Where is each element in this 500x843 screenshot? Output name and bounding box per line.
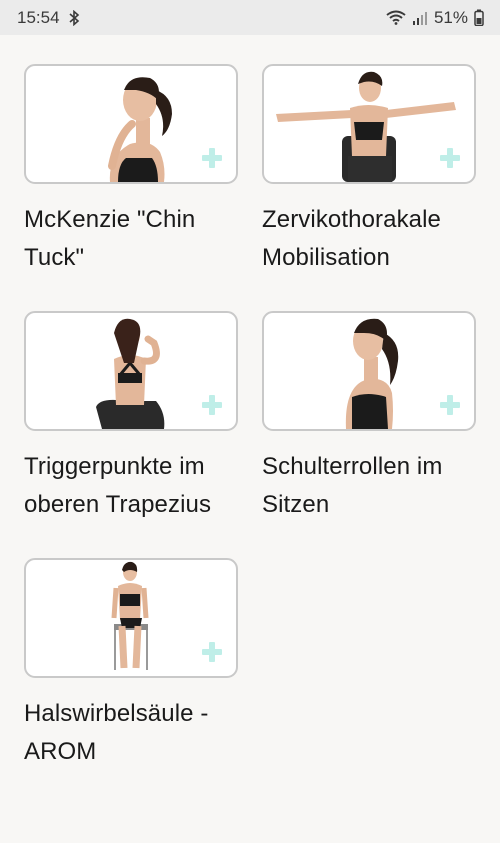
exercise-card-chin-tuck[interactable]: McKenzie "Chin Tuck" [24, 64, 238, 277]
exercise-grid: McKenzie "Chin Tuck" Zervikothorakale Mo… [0, 35, 500, 843]
add-exercise-plus-icon[interactable] [440, 148, 460, 168]
add-exercise-plus-icon[interactable] [440, 395, 460, 415]
exercise-card-shoulder-rolls[interactable]: Schulterrollen im Sitzen [262, 311, 476, 524]
exercise-thumbnail[interactable] [24, 64, 238, 184]
status-bar: 15:54 51% [0, 0, 500, 35]
clock: 15:54 [17, 7, 60, 27]
add-exercise-plus-icon[interactable] [202, 642, 222, 662]
wifi-icon [386, 10, 406, 25]
exercise-thumbnail[interactable] [262, 311, 476, 431]
add-exercise-plus-icon[interactable] [202, 395, 222, 415]
add-exercise-plus-icon[interactable] [202, 148, 222, 168]
exercise-title[interactable]: Triggerpunkte im oberen Trapezius [24, 448, 238, 524]
exercise-thumbnail[interactable] [24, 311, 238, 431]
battery-icon [474, 9, 484, 26]
exercise-title[interactable]: Halswirbelsäule - AROM [24, 695, 238, 771]
exercise-thumbnail[interactable] [24, 558, 238, 678]
exercise-title[interactable]: McKenzie "Chin Tuck" [24, 201, 238, 277]
exercise-card-cervical-arom[interactable]: Halswirbelsäule - AROM [24, 558, 238, 771]
bluetooth-icon [68, 9, 80, 26]
exercise-card-trapezius-triggerpoints[interactable]: Triggerpunkte im oberen Trapezius [24, 311, 238, 524]
exercise-title[interactable]: Zervikothorakale Mobilisation [262, 201, 476, 277]
exercise-card-thoracic-mobilisation[interactable]: Zervikothorakale Mobilisation [262, 64, 476, 277]
battery-level: 51% [433, 7, 468, 27]
exercise-title[interactable]: Schulterrollen im Sitzen [262, 448, 476, 524]
signal-icon [412, 11, 428, 25]
exercise-thumbnail[interactable] [262, 64, 476, 184]
